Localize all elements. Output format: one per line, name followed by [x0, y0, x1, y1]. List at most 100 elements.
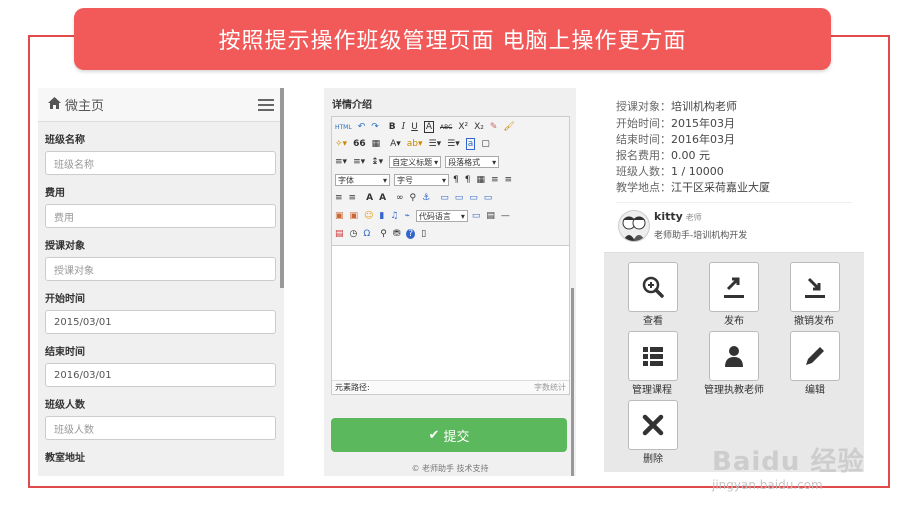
ordered-list-icon[interactable]: ☰▾	[429, 139, 442, 149]
delete-button[interactable]	[628, 400, 678, 450]
unlink-icon[interactable]: ⚲	[410, 193, 417, 203]
align-right-icon[interactable]: ≡	[335, 193, 343, 203]
time-icon[interactable]: ◷	[350, 229, 358, 239]
select-all-icon[interactable]: a	[465, 138, 476, 150]
redo-icon[interactable]: ↷	[371, 122, 379, 132]
end-time-input[interactable]: 2016/03/01	[45, 363, 276, 387]
detail-editor-panel: 详情介绍 HTML ↶ ↷ B I U A ABC X² X₂ ✎ 🖌 ✧▾ 6…	[324, 88, 576, 476]
direction-rtl-icon[interactable]: ¶	[465, 175, 471, 185]
image-left-icon[interactable]: ▭	[455, 193, 464, 203]
home-icon[interactable]	[48, 96, 61, 113]
auto-typeset-icon[interactable]: ✧▾	[335, 139, 347, 149]
blockquote-icon[interactable]: 66	[353, 139, 366, 149]
font-size-select[interactable]: 字号 ▾	[394, 174, 449, 186]
watermark-url: jingyan.baidu.com	[712, 478, 823, 492]
submit-label: 提交	[443, 429, 470, 445]
align-center-icon[interactable]: ≡	[505, 175, 513, 185]
line-height-icon[interactable]: ↨▾	[371, 157, 383, 167]
fee-input[interactable]: 费用	[45, 204, 276, 228]
drafts-icon[interactable]: ▯	[421, 229, 426, 239]
horizontal-rule-icon[interactable]: —	[501, 211, 510, 221]
font-border-icon[interactable]: A	[423, 121, 434, 133]
html-source-icon[interactable]: HTML	[335, 124, 352, 131]
undo-icon[interactable]: ↶	[358, 122, 366, 132]
emotion-icon[interactable]: ☺	[364, 211, 373, 221]
info-label: 报名费用：	[616, 149, 671, 162]
class-size-input[interactable]: 班级人数	[45, 416, 276, 440]
start-time-input[interactable]: 2015/03/01	[45, 310, 276, 334]
anchor-icon[interactable]: ⚓	[422, 193, 430, 203]
superscript-icon[interactable]: X²	[458, 122, 468, 132]
unordered-list-icon[interactable]: ☰▾	[447, 139, 460, 149]
video-icon[interactable]: ▮	[379, 211, 384, 221]
class-name-input[interactable]: 班级名称	[45, 151, 276, 175]
font-color-icon[interactable]: A▾	[390, 139, 401, 149]
code-language-label: 代码语言	[418, 211, 451, 221]
image-none-icon[interactable]: ▭	[440, 193, 449, 203]
publish-button[interactable]	[709, 262, 759, 312]
manage-teachers-button[interactable]	[709, 331, 759, 381]
clear-doc-icon[interactable]: ▢	[481, 139, 490, 149]
manage-courses-label: 管理课程	[632, 385, 672, 396]
banner: 按照提示操作班级管理页面 电脑上操作更方面	[74, 8, 831, 70]
check-icon: ✔	[428, 427, 440, 443]
chevron-down-icon: ▾	[492, 157, 497, 167]
format-brush-icon[interactable]: 🖌	[503, 122, 514, 132]
divider	[616, 202, 852, 203]
template-icon[interactable]: ▤	[486, 211, 495, 221]
preview-icon[interactable]: ⛃	[393, 229, 401, 239]
menu-icon[interactable]	[258, 98, 274, 111]
info-audience: 授课对象：培训机构老师	[616, 98, 737, 114]
code-language-select[interactable]: 代码语言 ▾	[415, 210, 468, 222]
align-justify-icon[interactable]: ≡	[349, 193, 357, 203]
image-right-icon[interactable]: ▭	[469, 193, 478, 203]
edit-button[interactable]	[790, 331, 840, 381]
audience-input[interactable]: 授课对象	[45, 257, 276, 281]
strikethrough-icon[interactable]: ABC	[440, 124, 452, 131]
bold-icon[interactable]: B	[389, 122, 396, 132]
eraser-icon[interactable]: ✎	[490, 122, 498, 132]
attachment-icon[interactable]: ⌁	[404, 211, 409, 221]
special-char-icon[interactable]: Ω	[363, 229, 370, 239]
underline-icon[interactable]: U	[411, 122, 418, 132]
view-button[interactable]	[628, 262, 678, 312]
search-replace-icon[interactable]: ⚲	[380, 229, 387, 239]
row-spacing-bottom-icon[interactable]: ≡▾	[353, 157, 365, 167]
paragraph-format-select[interactable]: 段落格式 ▾	[445, 156, 500, 168]
insert-image-icon[interactable]: ▣	[335, 211, 344, 221]
lowercase-icon[interactable]: A	[379, 193, 386, 203]
link-icon[interactable]: ∞	[396, 193, 404, 203]
uppercase-icon[interactable]: A	[366, 193, 373, 203]
avatar[interactable]	[618, 210, 650, 242]
custom-heading-label: 自定义标题	[392, 157, 433, 167]
rich-text-editor[interactable]: HTML ↶ ↷ B I U A ABC X² X₂ ✎ 🖌 ✧▾ 66 ▦ A…	[331, 116, 570, 395]
insert-frame-icon[interactable]: ▭	[472, 211, 481, 221]
music-icon[interactable]: ♫	[390, 211, 398, 221]
info-size: 班级人数：1 / 10000	[616, 163, 724, 179]
image-center-icon[interactable]: ▭	[484, 193, 493, 203]
multi-image-icon[interactable]: ▣	[350, 211, 359, 221]
font-family-select[interactable]: 字体 ▾	[335, 174, 390, 186]
unpublish-button[interactable]	[790, 262, 840, 312]
panel-title[interactable]: 微主页	[65, 95, 258, 114]
info-end: 结束时间：2016年03月	[616, 131, 735, 147]
paste-plain-icon[interactable]: ▦	[372, 139, 381, 149]
scrollbar[interactable]	[280, 88, 284, 288]
field-class-size: 班级人数 班级人数	[38, 396, 284, 440]
align-left-icon[interactable]: ≡	[491, 175, 499, 185]
manage-courses-button[interactable]	[628, 331, 678, 381]
scrollbar[interactable]	[571, 288, 574, 476]
toolbar-row-3: ≡▾ ≡▾ ↨▾ 自定义标题 ▾ 段落格式 ▾	[335, 155, 503, 169]
custom-heading-select[interactable]: 自定义标题 ▾	[389, 156, 442, 168]
font-size-label: 字号	[397, 175, 413, 185]
row-spacing-top-icon[interactable]: ≡▾	[335, 157, 347, 167]
teacher-desc: 老师助手-培训机构开发	[654, 231, 748, 241]
indent-icon[interactable]: ▦	[476, 175, 485, 185]
direction-ltr-icon[interactable]: ¶	[453, 175, 459, 185]
submit-button[interactable]: ✔ 提交	[331, 418, 567, 452]
background-color-icon[interactable]: ab▾	[407, 139, 423, 149]
help-icon[interactable]: ?	[406, 229, 416, 239]
italic-icon[interactable]: I	[402, 122, 406, 132]
subscript-icon[interactable]: X₂	[474, 122, 484, 132]
date-icon[interactable]: ▤	[335, 229, 344, 239]
